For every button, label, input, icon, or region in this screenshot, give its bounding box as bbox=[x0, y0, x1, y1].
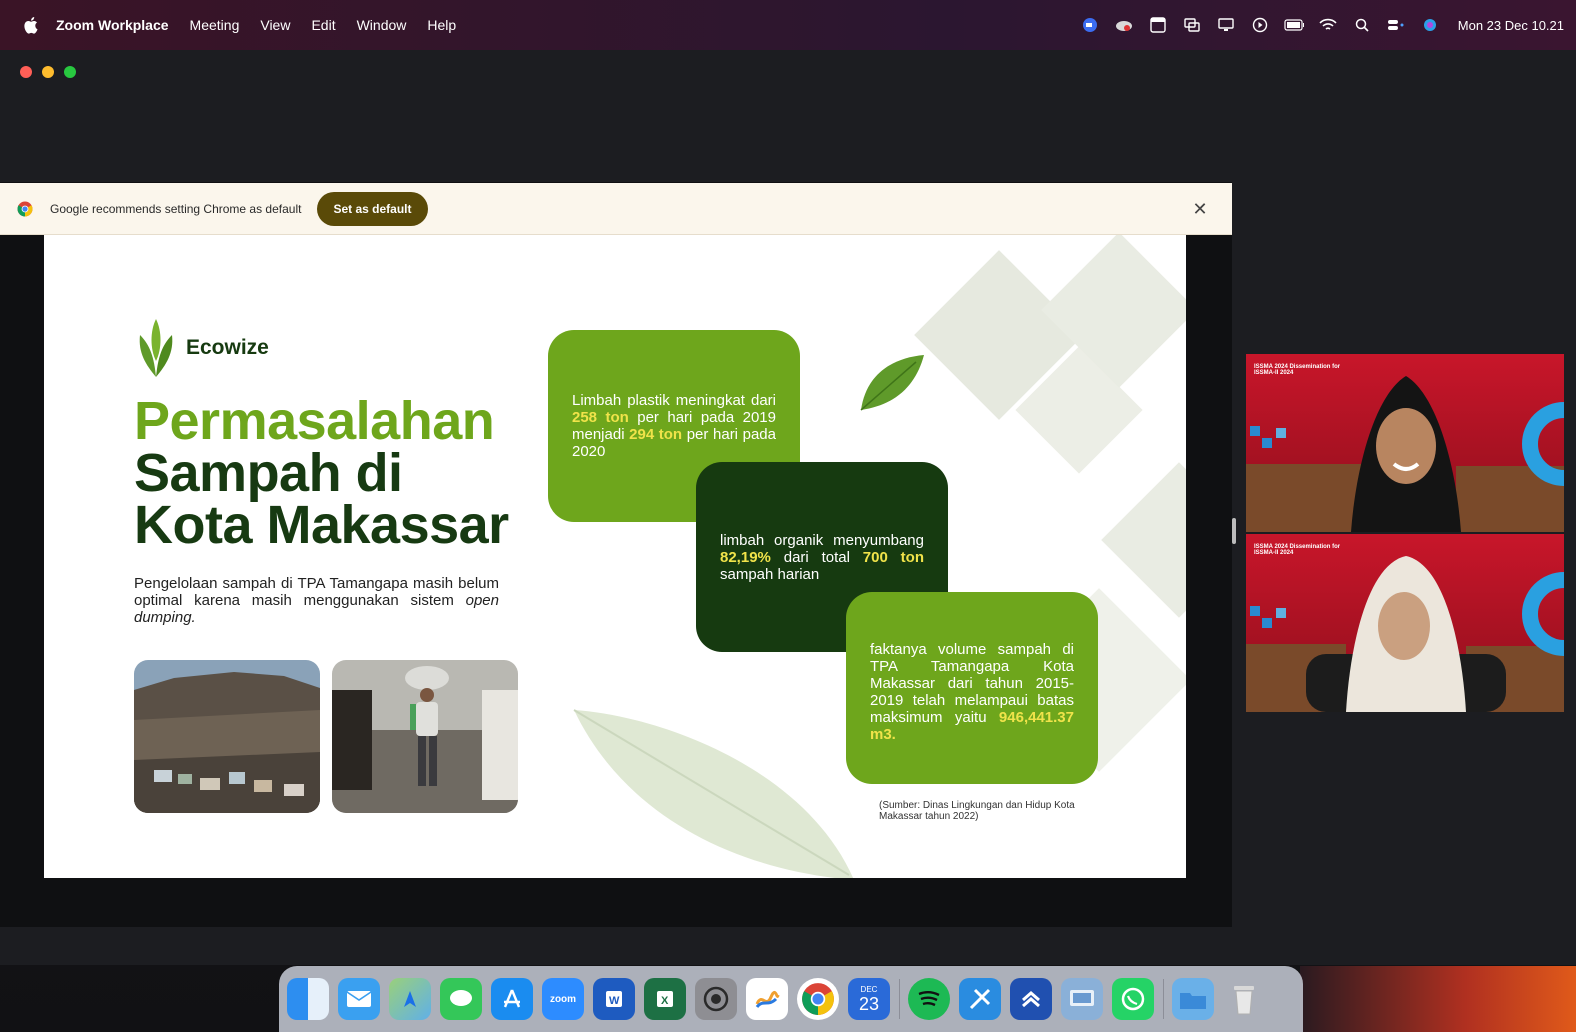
box2-text-3: sampah harian bbox=[720, 565, 820, 583]
siri-icon[interactable] bbox=[1420, 16, 1440, 34]
dock: zoom W X DEC 23 bbox=[279, 966, 1303, 1032]
video-1-overlay-label: ISSMA 2024 Dissemination for ISSMA-II 20… bbox=[1254, 364, 1341, 376]
close-window-button[interactable] bbox=[20, 66, 32, 78]
zoom-icon[interactable]: zoom bbox=[542, 978, 584, 1020]
calendar-icon[interactable]: DEC 23 bbox=[848, 978, 890, 1020]
source-citation: (Sumber: Dinas Lingkungan dan Hidup Kota… bbox=[879, 800, 1075, 822]
participant-video-1[interactable]: ISSMA 2024 Dissemination for ISSMA-II 20… bbox=[1246, 354, 1564, 532]
box1-highlight-2: 294 ton bbox=[629, 426, 683, 443]
banner-message: Google recommends setting Chrome as defa… bbox=[50, 201, 302, 216]
set-as-default-button[interactable]: Set as default bbox=[317, 191, 428, 226]
box2-highlight-2: 700 ton bbox=[862, 548, 924, 566]
maps-icon[interactable] bbox=[389, 978, 431, 1020]
display-icon[interactable] bbox=[1216, 16, 1236, 34]
svg-text:X: X bbox=[661, 995, 669, 1007]
intro-text: Pengelolaan sampah di TPA Tamangapa masi… bbox=[134, 575, 499, 609]
presentation-slide: Ecowize Permasalahan Sampah di Kota Maka… bbox=[44, 235, 1186, 878]
creative-cloud-icon[interactable] bbox=[1114, 16, 1134, 34]
menu-window[interactable]: Window bbox=[357, 17, 407, 33]
chrome-default-banner: Google recommends setting Chrome as defa… bbox=[0, 183, 1232, 235]
finder-icon[interactable] bbox=[287, 978, 329, 1020]
freeform-icon[interactable] bbox=[746, 978, 788, 1020]
video-2-overlay-label: ISSMA 2024 Dissemination for ISSMA-II 20… bbox=[1254, 544, 1341, 556]
title-line-1: Permasalahan bbox=[134, 391, 495, 451]
slide-title: Permasalahan Sampah di Kota Makassar bbox=[134, 391, 554, 555]
dock-separator bbox=[899, 979, 900, 1019]
chrome-icon[interactable] bbox=[797, 978, 839, 1020]
fullscreen-window-button[interactable] bbox=[64, 66, 76, 78]
title-line-3: Kota Makassar bbox=[134, 495, 509, 555]
intro-paragraph: Pengelolaan sampah di TPA Tamangapa masi… bbox=[134, 575, 499, 626]
box2-highlight-1: 82,19% bbox=[720, 548, 771, 566]
calendar-month: DEC bbox=[860, 984, 878, 994]
participant-video-2[interactable]: ISSMA 2024 Dissemination for ISSMA-II 20… bbox=[1246, 534, 1564, 712]
zoom-status-icon[interactable] bbox=[1080, 16, 1100, 34]
search-icon[interactable] bbox=[1352, 16, 1372, 34]
status-area: Mon 23 Dec 10.21 bbox=[1080, 0, 1564, 50]
calendar-status-icon[interactable] bbox=[1148, 16, 1168, 34]
brand: Ecowize bbox=[134, 317, 269, 379]
box2-text-2: dari total bbox=[770, 548, 863, 566]
box2-text-1: limbah organik menyumbang bbox=[720, 531, 924, 549]
menu-help[interactable]: Help bbox=[427, 17, 456, 33]
battery-icon[interactable] bbox=[1284, 16, 1304, 34]
desktop: Zoom Workplace Meeting View Edit Window … bbox=[0, 0, 1576, 1032]
large-leaf-decoration-icon bbox=[573, 709, 854, 878]
box1-text-1: Limbah plastik meningkat dari bbox=[572, 392, 776, 409]
window-controls bbox=[20, 66, 76, 78]
system-settings-icon[interactable] bbox=[695, 978, 737, 1020]
minimize-window-button[interactable] bbox=[42, 66, 54, 78]
whatsapp-icon[interactable] bbox=[1112, 978, 1154, 1020]
menu-meeting[interactable]: Meeting bbox=[190, 17, 240, 33]
video-participants-panel: ISSMA 2024 Dissemination for ISSMA-II 20… bbox=[1246, 354, 1564, 712]
mail-icon[interactable] bbox=[338, 978, 380, 1020]
menu-edit[interactable]: Edit bbox=[311, 17, 335, 33]
preview-icon[interactable] bbox=[1061, 978, 1103, 1020]
title-line-2: Sampah di bbox=[134, 443, 403, 503]
info-box-volume: faktanya volume sampah di TPA Tamangapa … bbox=[846, 592, 1098, 784]
landfill-photo bbox=[134, 660, 320, 813]
close-icon[interactable]: ✕ bbox=[1188, 197, 1212, 221]
scavenger-photo bbox=[332, 660, 518, 813]
excel-icon[interactable]: X bbox=[644, 978, 686, 1020]
spotify-icon[interactable] bbox=[908, 978, 950, 1020]
word-icon[interactable]: W bbox=[593, 978, 635, 1020]
app-store-icon[interactable] bbox=[491, 978, 533, 1020]
another-app-icon[interactable] bbox=[1010, 978, 1052, 1020]
menu-clock[interactable]: Mon 23 Dec 10.21 bbox=[1458, 18, 1564, 33]
dock-separator-2 bbox=[1163, 979, 1164, 1019]
screen-mirror-icon[interactable] bbox=[1182, 16, 1202, 34]
box1-highlight-1: 258 ton bbox=[572, 409, 629, 426]
trash-icon[interactable] bbox=[1223, 978, 1265, 1020]
panel-resize-handle[interactable] bbox=[1232, 518, 1236, 544]
desktop-wallpaper bbox=[1300, 966, 1576, 1032]
ecowize-logo-icon bbox=[139, 319, 173, 377]
messages-icon[interactable] bbox=[440, 978, 482, 1020]
xcode-icon[interactable] bbox=[959, 978, 1001, 1020]
leaf-decoration-icon bbox=[860, 355, 924, 411]
control-center-icon[interactable] bbox=[1386, 16, 1406, 34]
play-icon[interactable] bbox=[1250, 16, 1270, 34]
wifi-icon[interactable] bbox=[1318, 16, 1338, 34]
menu-view[interactable]: View bbox=[260, 17, 290, 33]
calendar-day: 23 bbox=[858, 993, 880, 1014]
applications-folder-icon[interactable] bbox=[1172, 978, 1214, 1020]
chrome-logo-icon bbox=[17, 201, 33, 216]
apple-icon[interactable] bbox=[20, 15, 40, 35]
svg-text:W: W bbox=[609, 995, 620, 1007]
menu-bar: Zoom Workplace Meeting View Edit Window … bbox=[0, 0, 1576, 50]
brand-name: Ecowize bbox=[186, 336, 269, 359]
menu-app-name[interactable]: Zoom Workplace bbox=[56, 17, 169, 33]
